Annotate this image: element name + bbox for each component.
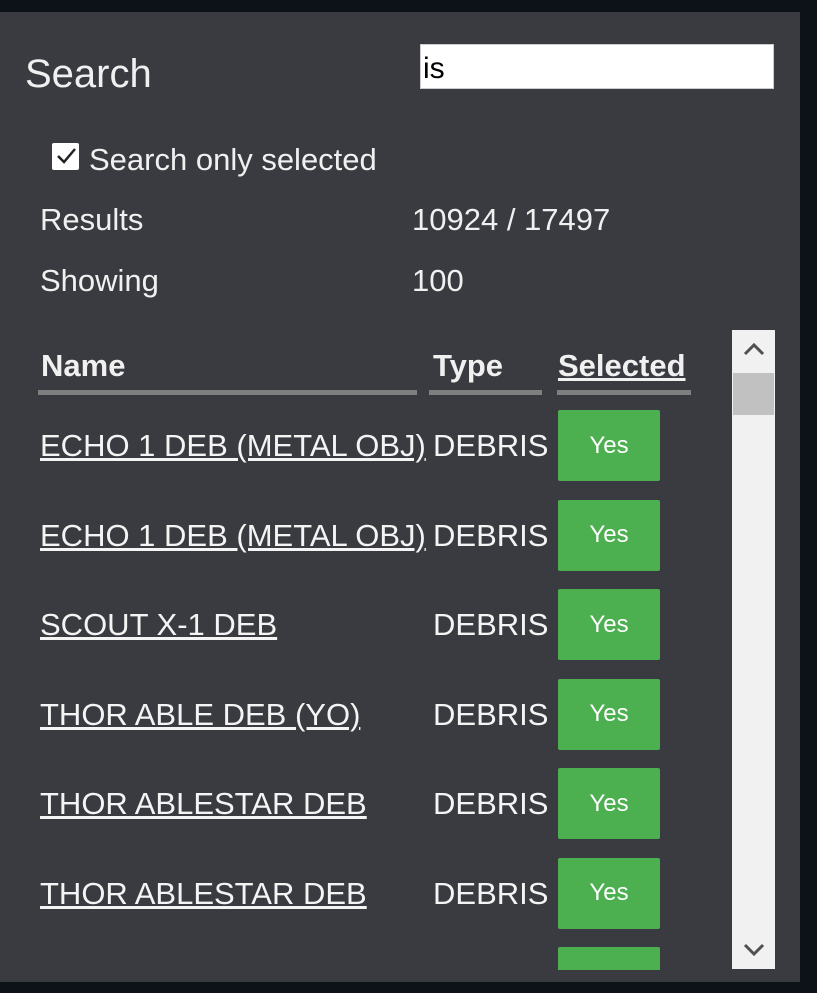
table-scrollbar[interactable] [732,330,775,969]
row-name-link[interactable]: ECHO 1 DEB (METAL OBJ) [40,518,426,554]
row-name-link[interactable]: THOR ABLESTAR DEB [40,786,367,822]
search-only-selected-label: Search only selected [89,142,377,177]
row-selected-button[interactable]: Yes [558,589,660,660]
scroll-thumb[interactable] [733,373,774,415]
row-type: DEBRIS [433,875,549,911]
search-label: Search [25,52,152,96]
table-row: SCOUT X-1 DEB DEBRIS Yes [38,589,728,679]
row-selected-button[interactable]: Yes [558,410,660,481]
row-type: DEBRIS [433,786,549,821]
column-header-selected[interactable]: Selected [557,348,691,395]
column-header-type[interactable]: Type [429,348,542,395]
table-row: ECHO 1 DEB (METAL OBJ) DEBRIS Yes [38,410,728,500]
table-row: ECHO 1 DEB (METAL OBJ) DEBRIS Yes [38,499,728,590]
row-name-link[interactable]: THOR ABLESTAR DEB [40,876,367,912]
table-body: ECHO 1 DEB (METAL OBJ) DEBRIS Yes ECHO 1… [38,410,728,970]
row-selected-button[interactable]: Yes [558,768,660,839]
search-only-selected-checkbox[interactable] [52,142,79,170]
table-row: THOR ABLESTAR DEB DEBRIS Yes [38,768,728,858]
row-selected-button[interactable]: Yes [558,857,660,929]
row-selected-button[interactable]: Yes [558,499,660,571]
row-type: DEBRIS [433,696,549,732]
results-row: Results 10924 / 17497 [40,202,740,238]
search-panel: Search Search only selected Results 1092… [0,12,800,982]
scroll-up-button[interactable] [732,330,775,368]
table-row [38,947,728,970]
row-type: DEBRIS [433,428,549,463]
column-header-name[interactable]: Name [38,348,417,395]
table-row: THOR ABLESTAR DEB DEBRIS Yes [38,857,728,948]
scroll-down-button[interactable] [732,931,775,969]
row-selected-button[interactable]: Yes [558,678,660,750]
results-table: Name Type Selected ECHO 1 DEB (METAL OBJ… [38,330,728,970]
row-selected-button[interactable] [558,947,660,970]
showing-row: Showing 100 [40,263,740,299]
table-row: THOR ABLE DEB (YO) DEBRIS Yes [38,678,728,769]
row-name-link[interactable]: ECHO 1 DEB (METAL OBJ) [40,428,426,464]
search-only-selected-toggle[interactable]: Search only selected [52,142,377,178]
row-name-link[interactable]: THOR ABLE DEB (YO) [40,697,360,733]
showing-label: Showing [40,263,159,298]
search-input[interactable] [420,44,774,89]
results-label: Results [40,202,144,237]
row-type: DEBRIS [433,607,549,642]
row-type: DEBRIS [433,517,549,553]
results-value: 10924 / 17497 [412,202,611,237]
showing-value: 100 [412,263,464,298]
row-name-link[interactable]: SCOUT X-1 DEB [40,607,277,643]
check-icon [56,148,76,164]
table-header: Name Type Selected [38,330,728,395]
chevron-down-icon [743,943,764,957]
chevron-up-icon [743,342,764,356]
